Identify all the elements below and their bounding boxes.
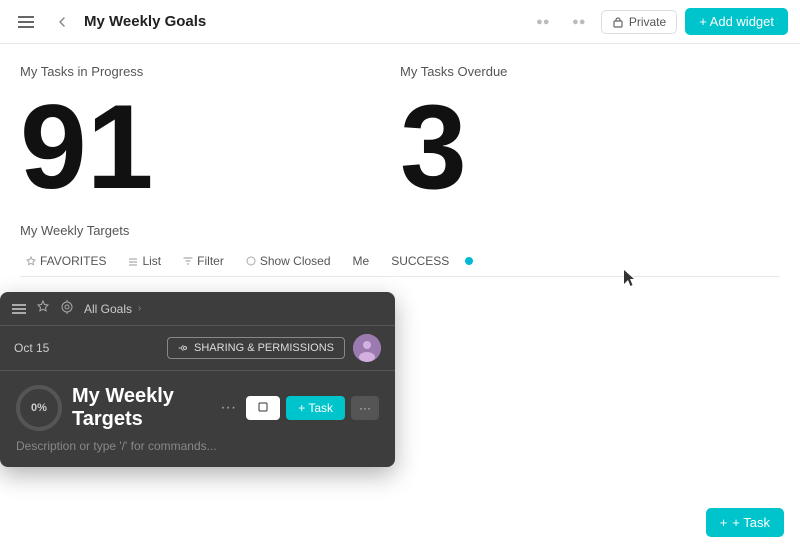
filter-success[interactable]: SUCCESS [385, 252, 455, 270]
app-header: My Weekly Goals ●● ●● Private + Add widg… [0, 0, 800, 44]
overlay-more-icon[interactable]: ··· [220, 399, 236, 417]
menu-icon[interactable] [12, 8, 40, 36]
header-left: My Weekly Goals [12, 8, 206, 36]
add-task-label: + Task [732, 515, 770, 530]
filter-active-indicator [465, 257, 473, 265]
tasks-in-progress-block: My Tasks in Progress 91 [20, 64, 400, 207]
in-progress-count: 91 [20, 87, 400, 207]
overlay-description[interactable]: Description or type '/' for commands... [16, 439, 379, 453]
add-task-plus-icon: + [720, 515, 728, 530]
breadcrumb-separator: › [138, 303, 141, 314]
stats-row: My Tasks in Progress 91 My Tasks Overdue… [20, 64, 780, 207]
filter-filter[interactable]: Filter [177, 252, 230, 270]
overlay-white-button[interactable] [246, 396, 280, 420]
header-right: ●● ●● Private + Add widget [529, 8, 788, 36]
weekly-targets-title: My Weekly Targets [20, 223, 780, 238]
progress-value: 0% [31, 402, 47, 414]
filter-favorites[interactable]: FAVORITES [20, 252, 112, 270]
page-title: My Weekly Goals [84, 13, 206, 30]
overlay-date-bar: Oct 15 SHARING & PERMISSIONS [0, 326, 395, 371]
back-icon[interactable] [48, 8, 76, 36]
sharing-permissions-button[interactable]: SHARING & PERMISSIONS [167, 337, 345, 359]
filter-list[interactable]: List [122, 252, 167, 270]
overlay-header-row: 0% My Weekly Targets ··· + Task ··· [16, 385, 379, 431]
in-progress-label: My Tasks in Progress [20, 64, 400, 79]
overlay-date: Oct 15 [14, 341, 49, 355]
overlay-target-icon[interactable] [60, 300, 74, 317]
user-icon-1[interactable]: ●● [529, 8, 557, 36]
add-widget-button[interactable]: + Add widget [685, 8, 788, 35]
overlay-menu-icon[interactable] [12, 301, 26, 317]
filter-bar: FAVORITES List Filter Show Closed Me [20, 246, 780, 277]
progress-circle: 0% [16, 385, 62, 431]
private-label: Private [629, 15, 666, 29]
user-icon-2[interactable]: ●● [565, 8, 593, 36]
private-button[interactable]: Private [601, 10, 677, 34]
overdue-count: 3 [400, 87, 780, 207]
overlay-topbar: All Goals › [0, 292, 395, 326]
tasks-overdue-block: My Tasks Overdue 3 [400, 64, 780, 207]
overlay-breadcrumb: All Goals › [84, 302, 141, 316]
overlay-action-buttons: + Task ··· [246, 396, 379, 420]
overlay-more-button[interactable]: ··· [351, 396, 379, 420]
filter-show-closed[interactable]: Show Closed [240, 252, 337, 270]
overlay-panel: All Goals › Oct 15 SHARING & PERMISSIONS [0, 292, 395, 467]
overlay-title: My Weekly Targets [72, 385, 210, 431]
overlay-star-icon[interactable] [36, 300, 50, 317]
overdue-label: My Tasks Overdue [400, 64, 780, 79]
add-task-fixed-button[interactable]: + + Task [706, 508, 784, 537]
main-content: My Tasks in Progress 91 My Tasks Overdue… [0, 44, 800, 277]
filter-me[interactable]: Me [347, 252, 376, 270]
user-avatar [353, 334, 381, 362]
breadcrumb-all-goals[interactable]: All Goals [84, 302, 132, 316]
overlay-content: 0% My Weekly Targets ··· + Task ··· D [0, 371, 395, 467]
overlay-task-button[interactable]: + Task [286, 396, 345, 420]
